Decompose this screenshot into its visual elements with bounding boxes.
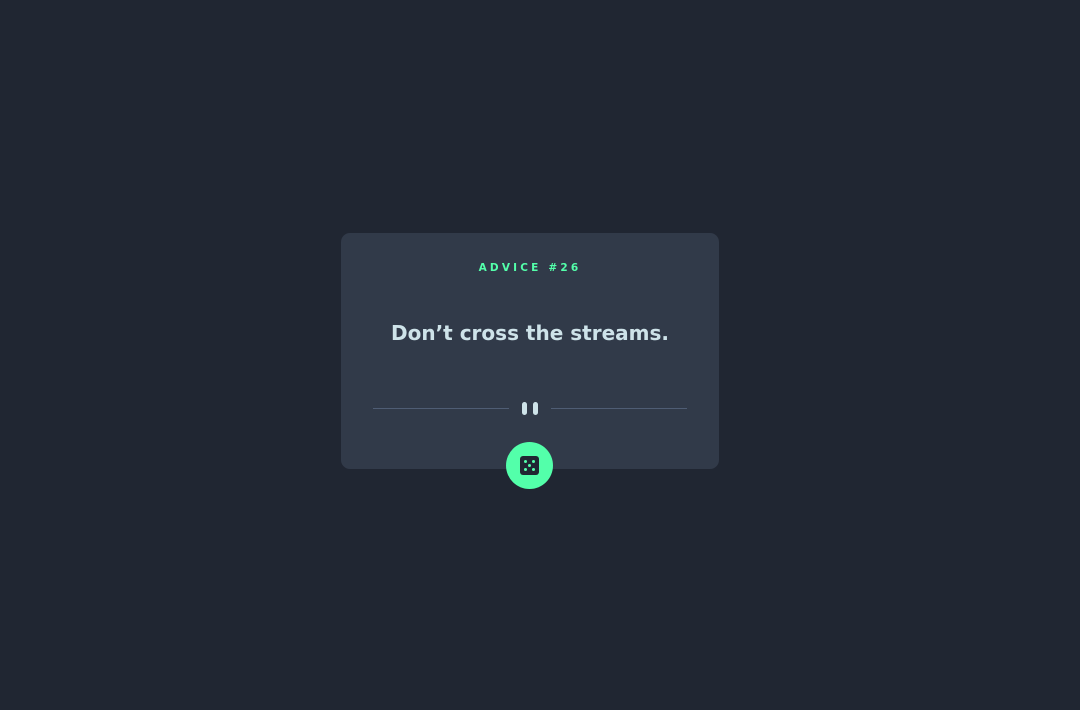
dice-pip bbox=[532, 460, 535, 463]
pause-bar-left bbox=[522, 402, 527, 415]
divider-line-left bbox=[373, 408, 509, 409]
advice-id: ADVICE #26 bbox=[478, 262, 582, 274]
advice-text: Don’t cross the streams. bbox=[391, 321, 669, 345]
dice-pip bbox=[524, 468, 527, 471]
pause-icon bbox=[522, 402, 538, 415]
dice-pip bbox=[524, 460, 527, 463]
pause-bar-right bbox=[533, 402, 538, 415]
advice-card: ADVICE #26 Don’t cross the streams. bbox=[341, 233, 719, 469]
dice-pip bbox=[528, 464, 531, 467]
dice-pip bbox=[532, 468, 535, 471]
advice-page: ADVICE #26 Don’t cross the streams. bbox=[0, 0, 1080, 710]
dice-icon bbox=[520, 456, 539, 475]
card-divider bbox=[373, 401, 687, 415]
divider-line-right bbox=[551, 408, 687, 409]
new-advice-button[interactable] bbox=[506, 442, 553, 489]
